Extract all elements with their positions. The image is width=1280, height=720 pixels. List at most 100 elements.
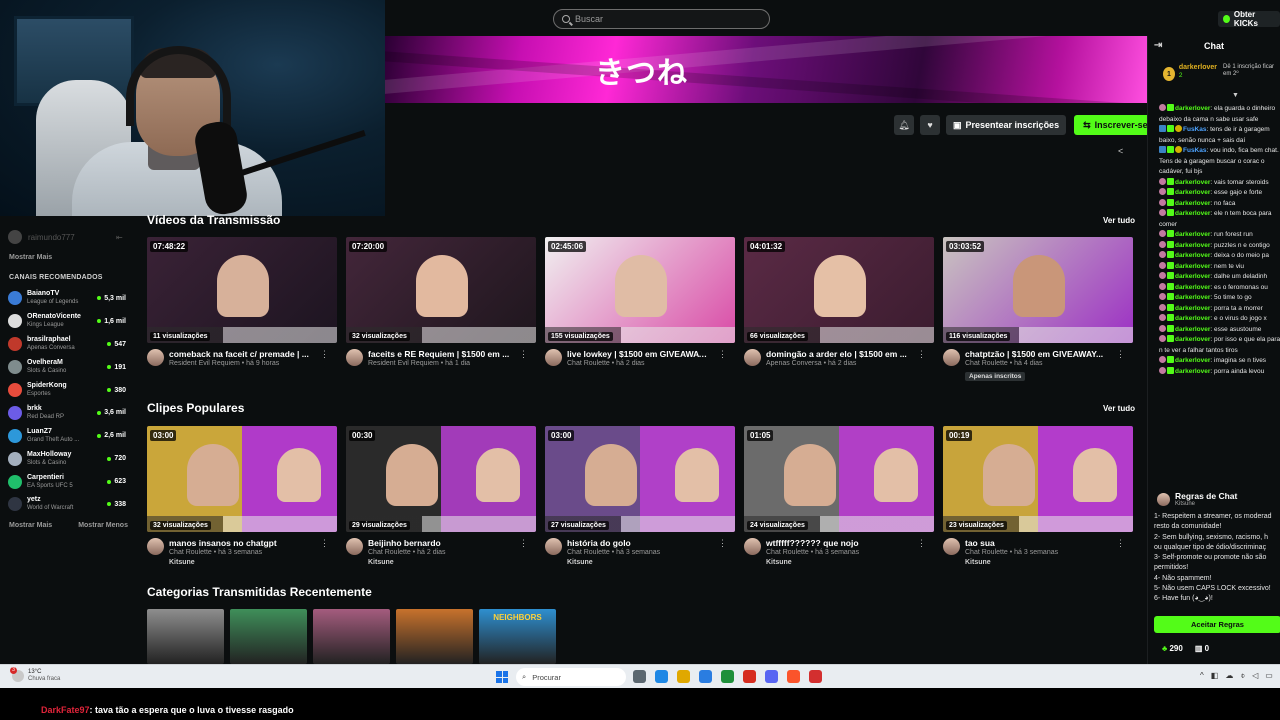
recommended-channel[interactable]: MaxHolloway Slots & Casino 720 [8, 447, 126, 470]
more-options-icon[interactable]: ⋮ [519, 349, 528, 360]
taskbar-search[interactable]: ⌕ Procurar [516, 668, 626, 686]
more-options-icon[interactable]: ⋮ [1116, 538, 1125, 549]
recommended-channel[interactable]: SpiderKong Esportes 380 [8, 379, 126, 402]
recommended-channel[interactable]: ORenatoVicente Kings League 1,6 mil [8, 310, 126, 333]
recommended-channel[interactable]: OvelheraM Slots & Casino 191 [8, 356, 126, 379]
expand-chevron-icon[interactable]: ▼ [1232, 92, 1239, 99]
video-card[interactable]: 07:48:22 11 visualizações comeback na face… [147, 237, 337, 381]
clip-card[interactable]: 01:05 24 visualizações wtfffff?????? que n… [744, 426, 934, 568]
taskbar-app-icon[interactable] [699, 670, 712, 683]
chat-username[interactable]: darkerlover [1175, 242, 1210, 249]
recommended-channel[interactable]: BaianoTV League of Legends 5,3 mil [8, 287, 126, 310]
thumbnail[interactable]: 07:48:22 11 visualizações [147, 237, 337, 343]
thumbnail[interactable]: 00:19 23 visualizações [943, 426, 1133, 532]
chat-username[interactable]: darkerlover [1175, 305, 1210, 312]
show-less-link[interactable]: Mostrar Menos [78, 522, 128, 529]
chat-username[interactable]: darkerlover [1175, 105, 1210, 112]
subscribe-button[interactable]: ⇆ Inscrever-se [1074, 115, 1157, 135]
clips-see-all-link[interactable]: Ver tudo [1103, 404, 1135, 413]
chat-username[interactable]: darkerlover [1175, 231, 1210, 238]
card-owner[interactable]: Kitsune [965, 558, 1133, 568]
subs-balance[interactable]: ▥ 0 [1195, 644, 1209, 653]
video-card[interactable]: 04:01:32 66 visualizações domingão a arder… [744, 237, 934, 381]
thumbnail[interactable]: 00:30 29 visualizações [346, 426, 536, 532]
chat-username[interactable]: darkerlover [1175, 189, 1210, 196]
clip-card[interactable]: 00:30 29 visualizações Beijinho bernardo Ch… [346, 426, 536, 568]
collapse-sidebar-icon[interactable]: ⇤ [116, 233, 123, 242]
taskbar-app-icon[interactable] [677, 670, 690, 683]
speaker-icon[interactable]: ◁ [1252, 671, 1258, 681]
card-title[interactable]: Beijinho bernardo [368, 538, 510, 548]
chat-username[interactable]: darkerlover [1175, 326, 1210, 333]
chat-username[interactable]: darkerlover [1175, 284, 1210, 291]
more-options-icon[interactable]: ⋮ [917, 349, 926, 360]
video-card[interactable]: 07:20:00 32 visualizações faceits e RE Req… [346, 237, 536, 381]
videos-see-all-link[interactable]: Ver tudo [1103, 216, 1135, 225]
thumbnail[interactable]: 01:05 24 visualizações [744, 426, 934, 532]
recommended-channel[interactable]: brasilraphael Apenas Conversa 547 [8, 333, 126, 356]
chat-username[interactable]: darkerlover [1175, 210, 1210, 217]
taskbar-app-icon[interactable] [743, 670, 756, 683]
weather-widget[interactable]: 3 13°C Chuva fraca [10, 667, 60, 683]
kicks-balance[interactable]: ♣ 290 [1162, 644, 1183, 653]
cloud-icon[interactable]: ☁ [1225, 671, 1233, 681]
thumbnail[interactable]: 07:20:00 32 visualizações [346, 237, 536, 343]
taskbar-app-icon[interactable] [655, 670, 668, 683]
taskbar-app-icon[interactable] [721, 670, 734, 683]
video-card[interactable]: 02:45:06 155 visualizações live lowkey | $… [545, 237, 735, 381]
favorite-button[interactable]: ♥ [920, 115, 940, 135]
more-options-icon[interactable]: ⋮ [1116, 349, 1125, 360]
category-card[interactable] [313, 609, 390, 664]
show-more-link[interactable]: Mostrar Mais [9, 522, 52, 529]
category-card[interactable] [396, 609, 473, 664]
chat-username[interactable]: FusKas [1183, 126, 1206, 133]
chevron-up-icon[interactable]: ^ [1200, 671, 1204, 681]
more-options-icon[interactable]: ⋮ [320, 538, 329, 549]
more-options-icon[interactable]: ⋮ [718, 349, 727, 360]
chat-username[interactable]: darkerlover [1175, 252, 1210, 259]
card-owner[interactable]: Kitsune [368, 558, 536, 568]
chat-username[interactable]: darkerlover [1175, 179, 1210, 186]
thumbnail[interactable]: 04:01:32 66 visualizações [744, 237, 934, 343]
thumbnail[interactable]: 03:03:52 116 visualizações [943, 237, 1133, 343]
chat-username[interactable]: darkerlover [1175, 368, 1210, 375]
gift-subs-button[interactable]: ▣ Presentear inscrições [946, 115, 1067, 135]
taskbar-app-icon[interactable] [809, 670, 822, 683]
card-owner[interactable]: Kitsune [766, 558, 934, 568]
card-title[interactable]: faceits e RE Requiem | $1500 em ... [368, 349, 510, 359]
notification-bell-button[interactable]: 🔔︎ [894, 115, 914, 135]
followed-channel[interactable]: raimundo777 [8, 230, 75, 244]
share-icon[interactable]: < [1118, 146, 1123, 156]
recommended-channel[interactable]: yetz World of Warcraft 338 [8, 493, 126, 516]
chat-username[interactable]: darkerlover [1175, 200, 1210, 207]
clip-card[interactable]: 03:00 32 visualizações manos insanos no ch… [147, 426, 337, 568]
clip-card[interactable]: 00:19 23 visualizações tao sua Chat Roulett… [943, 426, 1133, 568]
category-card[interactable]: NEIGHBORS [479, 609, 556, 664]
windows-start-icon[interactable] [496, 671, 508, 683]
card-title[interactable]: manos insanos no chatgpt [169, 538, 311, 548]
recommended-channel[interactable]: LuanZ7 Grand Theft Auto ... 2,6 mil [8, 424, 126, 447]
chat-username[interactable]: darkerlover [1175, 273, 1210, 280]
taskbar-app-icon[interactable] [765, 670, 778, 683]
clip-card[interactable]: 03:00 27 visualizações história do golo Cha… [545, 426, 735, 568]
card-title[interactable]: história do golo [567, 538, 709, 548]
collapse-chat-icon[interactable]: ⇥ [1154, 40, 1162, 51]
more-options-icon[interactable]: ⋮ [718, 538, 727, 549]
card-owner[interactable]: Kitsune [169, 558, 337, 568]
chat-username[interactable]: darkerlover [1175, 315, 1210, 322]
card-title[interactable]: wtfffff?????? que nojo [766, 538, 908, 548]
chat-username[interactable]: darkerlover [1175, 357, 1210, 364]
card-title[interactable]: comeback na faceit c/ premade | ... [169, 349, 311, 359]
usb-icon[interactable]: ⌽ [1240, 671, 1245, 681]
chat-username[interactable]: darkerlover [1175, 336, 1210, 343]
battery-icon[interactable]: ▭ [1265, 671, 1273, 681]
more-options-icon[interactable]: ⋮ [519, 538, 528, 549]
recommended-channel[interactable]: brkk Red Dead RP 3,6 mil [8, 401, 126, 424]
accept-rules-button[interactable]: Aceitar Regras [1154, 616, 1280, 633]
card-title[interactable]: live lowkey | $1500 em GIVEAWAY... [567, 349, 709, 359]
show-more-followed-link[interactable]: Mostrar Mais [9, 254, 52, 261]
more-options-icon[interactable]: ⋮ [320, 349, 329, 360]
top-gifter-card[interactable]: 1 darkerlover 2 Dê 1 inscrição ficar em … [1163, 64, 1280, 92]
chat-username[interactable]: darkerlover [1175, 294, 1210, 301]
chat-username[interactable]: darkerlover [1175, 263, 1210, 270]
